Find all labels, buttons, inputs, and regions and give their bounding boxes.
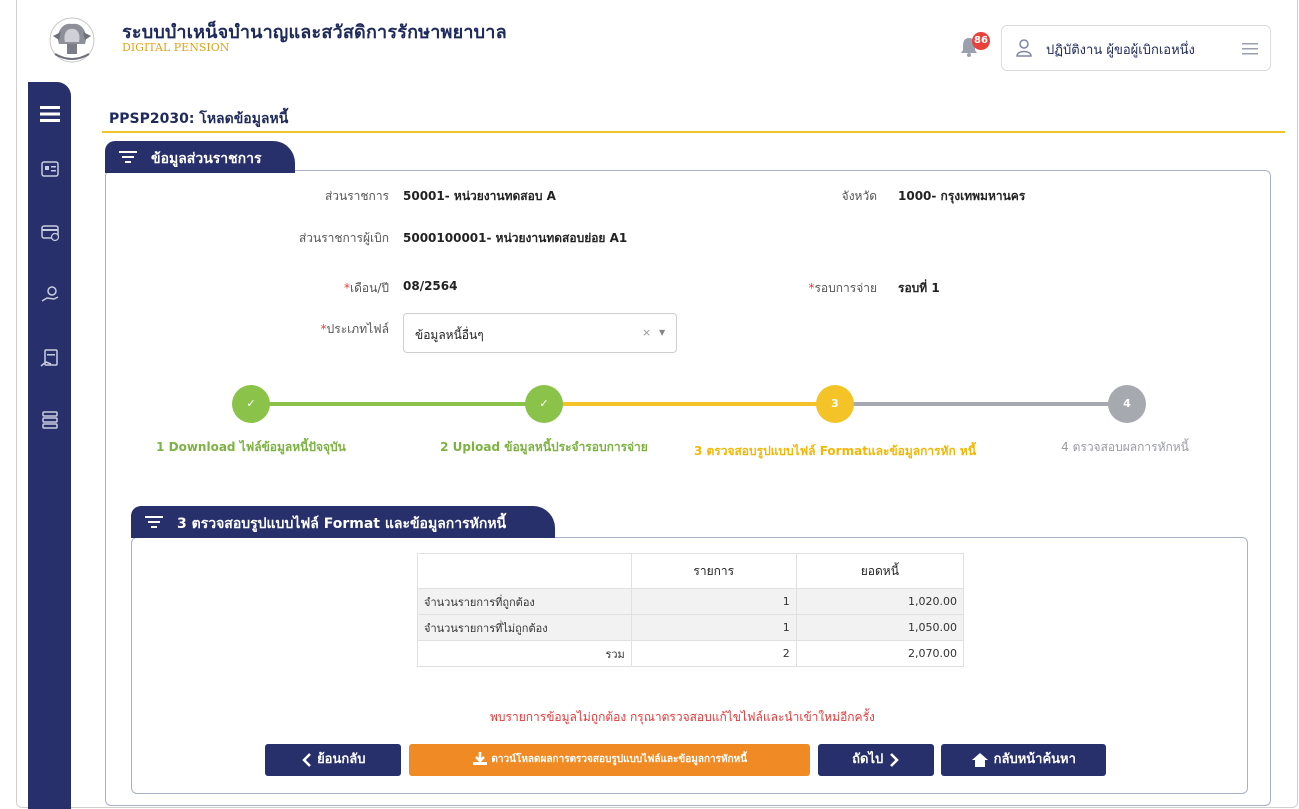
table-row: จำนวนรายการที่ถูกต้อง 1 1,020.00 bbox=[417, 588, 965, 615]
table-header-row: รายการ ยอดหนี้ bbox=[417, 553, 965, 589]
province-label: จังหวัด bbox=[841, 189, 877, 203]
disbursing-agency-value: 5000100001- หน่วยงานทดสอบย่อย A1 bbox=[403, 231, 628, 245]
download-result-button[interactable]: ดาวน์โหลดผลการตรวจสอบรูปแบบไฟล์และข้อมูล… bbox=[409, 744, 810, 776]
filter-icon bbox=[145, 516, 163, 528]
agency-value: 50001- หน่วยงานทดสอบ A bbox=[403, 189, 556, 203]
next-button[interactable]: ถัดไป bbox=[818, 744, 934, 776]
sidebar bbox=[28, 82, 71, 809]
section-title: 3 ตรวจสอบรูปแบบไฟล์ Format และข้อมูลการห… bbox=[177, 516, 507, 532]
table-row: จำนวนรายการที่ไม่ถูกต้อง 1 1,050.00 bbox=[417, 614, 965, 641]
month-year-value: 08/2564 bbox=[403, 279, 458, 293]
agency-label: ส่วนราชการ bbox=[324, 189, 389, 203]
file-type-select[interactable]: ข้อมูลหนี้อื่นๆ × ▼ bbox=[403, 313, 677, 353]
row-label: จำนวนรายการที่ถูกต้อง bbox=[417, 588, 632, 615]
page-title: PPSP2030: โหลดข้อมูลหนี้ bbox=[109, 111, 289, 127]
notification-badge: 86 bbox=[972, 32, 990, 50]
month-year-text: เดือน/ปี bbox=[350, 281, 389, 295]
step-number: 3 bbox=[831, 397, 839, 410]
user-name: ปฏิบัติงาน ผู้ขอผู้เบิกเอหนึ่ง bbox=[1046, 43, 1195, 58]
pay-round-value: รอบที่ 1 bbox=[898, 281, 940, 295]
menu-toggle-icon[interactable] bbox=[37, 101, 63, 127]
chevron-right-icon bbox=[889, 752, 899, 767]
back-to-search-button[interactable]: กลับหน้าค้นหา bbox=[941, 744, 1106, 776]
total-amount: 2,070.00 bbox=[795, 640, 965, 667]
section-tab-agency: ข้อมูลส่วนราชการ bbox=[105, 141, 295, 173]
server-icon[interactable] bbox=[37, 407, 63, 433]
comptroller-logo bbox=[49, 17, 95, 63]
summary-table: รายการ ยอดหนี้ จำนวนรายการที่ถูกต้อง 1 1… bbox=[417, 553, 965, 667]
file-type-text: ประเภทไฟล์ bbox=[326, 322, 389, 336]
step-1-circle: ✓ bbox=[232, 385, 270, 423]
file-type-selected: ข้อมูลหนี้อื่นๆ bbox=[415, 328, 484, 342]
step-connector-1 bbox=[251, 402, 544, 406]
home-label: กลับหน้าค้นหา bbox=[993, 752, 1076, 767]
month-year-label: *เดือน/ปี bbox=[230, 279, 389, 298]
payment-check-icon[interactable] bbox=[37, 219, 63, 245]
row-amount: 1,050.00 bbox=[795, 614, 965, 641]
user-icon bbox=[1016, 39, 1032, 57]
chevron-left-icon bbox=[301, 752, 311, 767]
step-connector-3 bbox=[835, 402, 1127, 406]
section-title: ข้อมูลส่วนราชการ bbox=[151, 151, 262, 167]
id-card-icon[interactable] bbox=[37, 156, 63, 182]
row-items: 1 bbox=[630, 588, 797, 615]
total-label: รวม bbox=[417, 640, 632, 667]
step-4-circle: 4 bbox=[1108, 385, 1146, 423]
next-label: ถัดไป bbox=[852, 752, 884, 767]
step-4-label: 4 ตรวจสอบผลการหักหนี้ bbox=[1061, 440, 1189, 454]
app-subtitle: DIGITAL PENSION bbox=[122, 41, 230, 54]
row-label: จำนวนรายการที่ไม่ถูกต้อง bbox=[417, 614, 632, 641]
back-label: ย้อนกลับ bbox=[317, 752, 366, 767]
download-label: ดาวน์โหลดผลการตรวจสอบรูปแบบไฟล์และข้อมูล… bbox=[491, 754, 748, 765]
step-2-label: 2 Upload ข้อมูลหนี้ประจำรอบการจ่าย bbox=[440, 440, 648, 454]
step-connector-2 bbox=[544, 402, 835, 406]
total-items: 2 bbox=[630, 640, 797, 667]
step-1-label: 1 Download ไฟล์ข้อมูลหนี้ปัจจุบัน bbox=[156, 440, 346, 454]
table-header-blank bbox=[417, 553, 632, 589]
download-icon bbox=[472, 752, 487, 765]
clear-icon[interactable]: × bbox=[642, 326, 651, 339]
pay-round-text: รอบการจ่าย bbox=[814, 281, 877, 295]
province-value: 1000- กรุงเทพมหานคร bbox=[898, 189, 1026, 203]
step-2-circle: ✓ bbox=[525, 385, 563, 423]
document-hand-icon[interactable] bbox=[37, 346, 63, 372]
home-icon bbox=[972, 752, 989, 767]
pay-round-label: *รอบการจ่าย bbox=[760, 279, 877, 298]
hand-coin-icon[interactable] bbox=[37, 282, 63, 308]
file-type-label: *ประเภทไฟล์ bbox=[230, 320, 389, 339]
disbursing-agency-label: ส่วนราชการผู้เบิก bbox=[298, 231, 389, 245]
chevron-down-icon[interactable]: ▼ bbox=[659, 328, 665, 337]
step-3-label: 3 ตรวจสอบรูปแบบไฟล์ Formatและข้อมูลการหั… bbox=[693, 444, 977, 458]
check-icon: ✓ bbox=[246, 397, 256, 410]
title-underline bbox=[102, 131, 1285, 133]
table-header-amount: ยอดหนี้ bbox=[795, 553, 965, 589]
step-number: 4 bbox=[1123, 397, 1131, 410]
section-tab-check: 3 ตรวจสอบรูปแบบไฟล์ Format และข้อมูลการห… bbox=[131, 506, 555, 538]
filter-icon bbox=[119, 151, 137, 163]
user-menu[interactable]: ปฏิบัติงาน ผู้ขอผู้เบิกเอหนึ่ง bbox=[1001, 25, 1271, 71]
hamburger-icon[interactable] bbox=[1242, 42, 1258, 56]
row-amount: 1,020.00 bbox=[795, 588, 965, 615]
error-message: พบรายการข้อมูลไม่ถูกต้อง กรุณาตรวจสอบแก้… bbox=[490, 710, 875, 724]
row-items: 1 bbox=[630, 614, 797, 641]
check-icon: ✓ bbox=[539, 397, 549, 410]
back-button[interactable]: ย้อนกลับ bbox=[265, 744, 401, 776]
step-3-circle: 3 bbox=[816, 385, 854, 423]
table-header-items: รายการ bbox=[630, 553, 797, 589]
table-total-row: รวม 2 2,070.00 bbox=[417, 640, 965, 667]
